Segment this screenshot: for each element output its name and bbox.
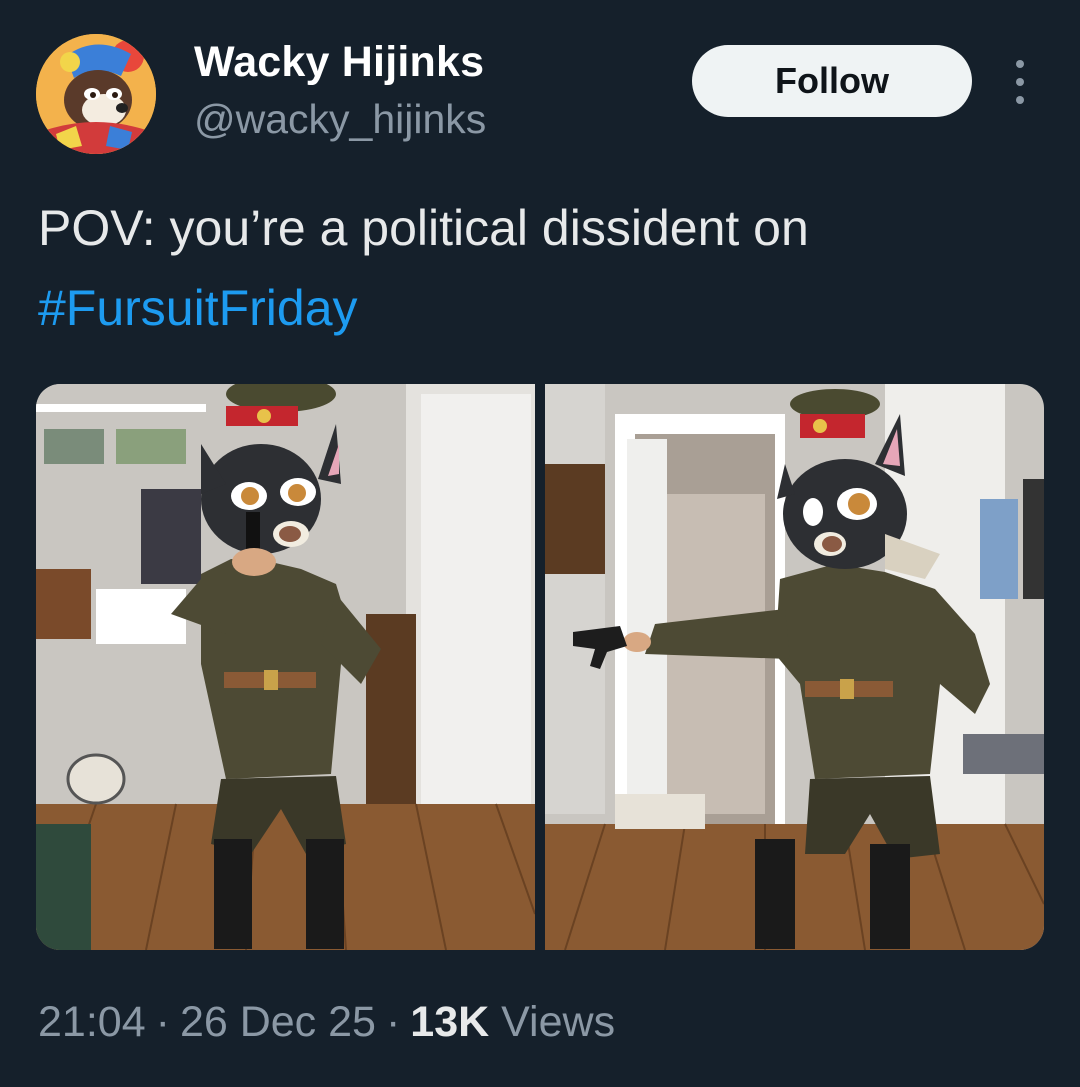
meta-separator: · — [385, 998, 401, 1046]
tweet-date[interactable]: 26 Dec 25 — [180, 998, 376, 1046]
views-label: Views — [501, 998, 616, 1046]
tweet-time[interactable]: 21:04 — [38, 998, 146, 1046]
more-vertical-icon[interactable] — [1006, 60, 1034, 104]
more-dot — [1016, 60, 1024, 68]
more-dot — [1016, 96, 1024, 104]
media-grid — [36, 384, 1044, 950]
photo-fursuiter-pointing-gun-sideways-icon — [545, 384, 1044, 950]
follow-button[interactable]: Follow — [692, 45, 972, 117]
meta-separator: · — [155, 998, 170, 1046]
tweet-body-text: POV: you’re a political dissident on — [38, 200, 809, 256]
user-display-name[interactable]: Wacky Hijinks — [194, 38, 484, 87]
views-count[interactable]: 13K — [410, 998, 489, 1046]
photo-fursuiter-pointing-gun-at-camera-icon — [36, 384, 535, 950]
tweet-meta: 21:04 · 26 Dec 25 · 13K Views — [38, 998, 615, 1047]
media-photo-1[interactable] — [36, 384, 535, 950]
hashtag-link[interactable]: #FursuitFriday — [38, 280, 358, 336]
media-photo-2[interactable] — [545, 384, 1044, 950]
clown-raccoon-avatar-icon — [36, 34, 156, 154]
user-handle[interactable]: @wacky_hijinks — [194, 96, 486, 143]
tweet-text: POV: you’re a political dissident on #Fu… — [38, 188, 1048, 348]
more-dot — [1016, 78, 1024, 86]
user-avatar[interactable] — [36, 34, 156, 154]
